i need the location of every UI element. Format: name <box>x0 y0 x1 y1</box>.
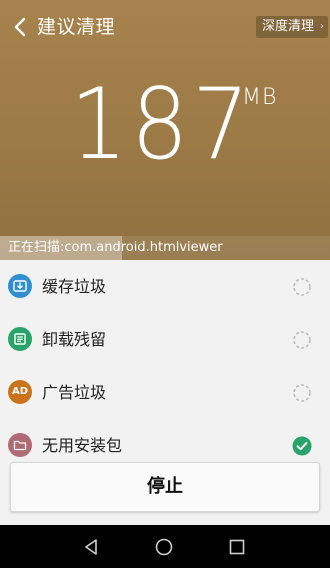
list-item-label: 广告垃圾 <box>42 383 107 402</box>
result-header: 建议清理 深度清理 › 187 MB 正在扫描:com.android.html… <box>0 0 330 260</box>
list-item-label: 缓存垃圾 <box>42 277 107 296</box>
ad-icon-text: AD <box>11 386 29 397</box>
scan-status-text: 正在扫描:com.android.htmlviewer <box>8 240 223 255</box>
deep-clean-label: 深度清理 <box>261 19 314 34</box>
circle-home-icon <box>155 538 173 556</box>
junk-size-unit: MB <box>242 85 278 110</box>
folder-icon <box>8 433 32 457</box>
square-recents-icon <box>229 539 245 555</box>
system-navigation-bar <box>0 525 330 568</box>
list-item-label: 卸载残留 <box>42 330 107 349</box>
document-icon <box>8 327 32 351</box>
page-title: 建议清理 <box>37 16 116 38</box>
list-item-cache-junk[interactable]: 缓存垃圾 <box>0 260 330 313</box>
screen: 建议清理 深度清理 › 187 MB 正在扫描:com.android.html… <box>0 0 330 525</box>
back-button[interactable] <box>10 12 34 42</box>
chevron-right-icon: › <box>320 21 324 32</box>
nav-recents-button[interactable] <box>226 536 248 558</box>
list-item-uninstall-residue[interactable]: 卸载残留 <box>0 313 330 366</box>
nav-back-button[interactable] <box>80 536 102 558</box>
loading-spinner-icon <box>292 277 312 297</box>
ad-icon: AD <box>8 380 32 404</box>
junk-category-list: 缓存垃圾 卸载残留 AD 广告垃圾 无用安装包 <box>0 260 330 472</box>
check-circle-icon <box>292 436 312 456</box>
nav-home-button[interactable] <box>153 536 175 558</box>
stop-button[interactable]: 停止 <box>10 462 320 512</box>
triangle-back-icon <box>85 539 97 555</box>
list-item-ad-junk[interactable]: AD 广告垃圾 <box>0 366 330 419</box>
deep-clean-button[interactable]: 深度清理 › <box>255 16 328 38</box>
loading-spinner-icon <box>292 383 312 403</box>
scan-progress-bar: 正在扫描:com.android.htmlviewer <box>0 236 330 260</box>
junk-size-value: 187 <box>70 68 254 182</box>
download-box-icon <box>8 274 32 298</box>
back-arrow-icon <box>14 17 26 37</box>
loading-spinner-icon <box>292 330 312 350</box>
